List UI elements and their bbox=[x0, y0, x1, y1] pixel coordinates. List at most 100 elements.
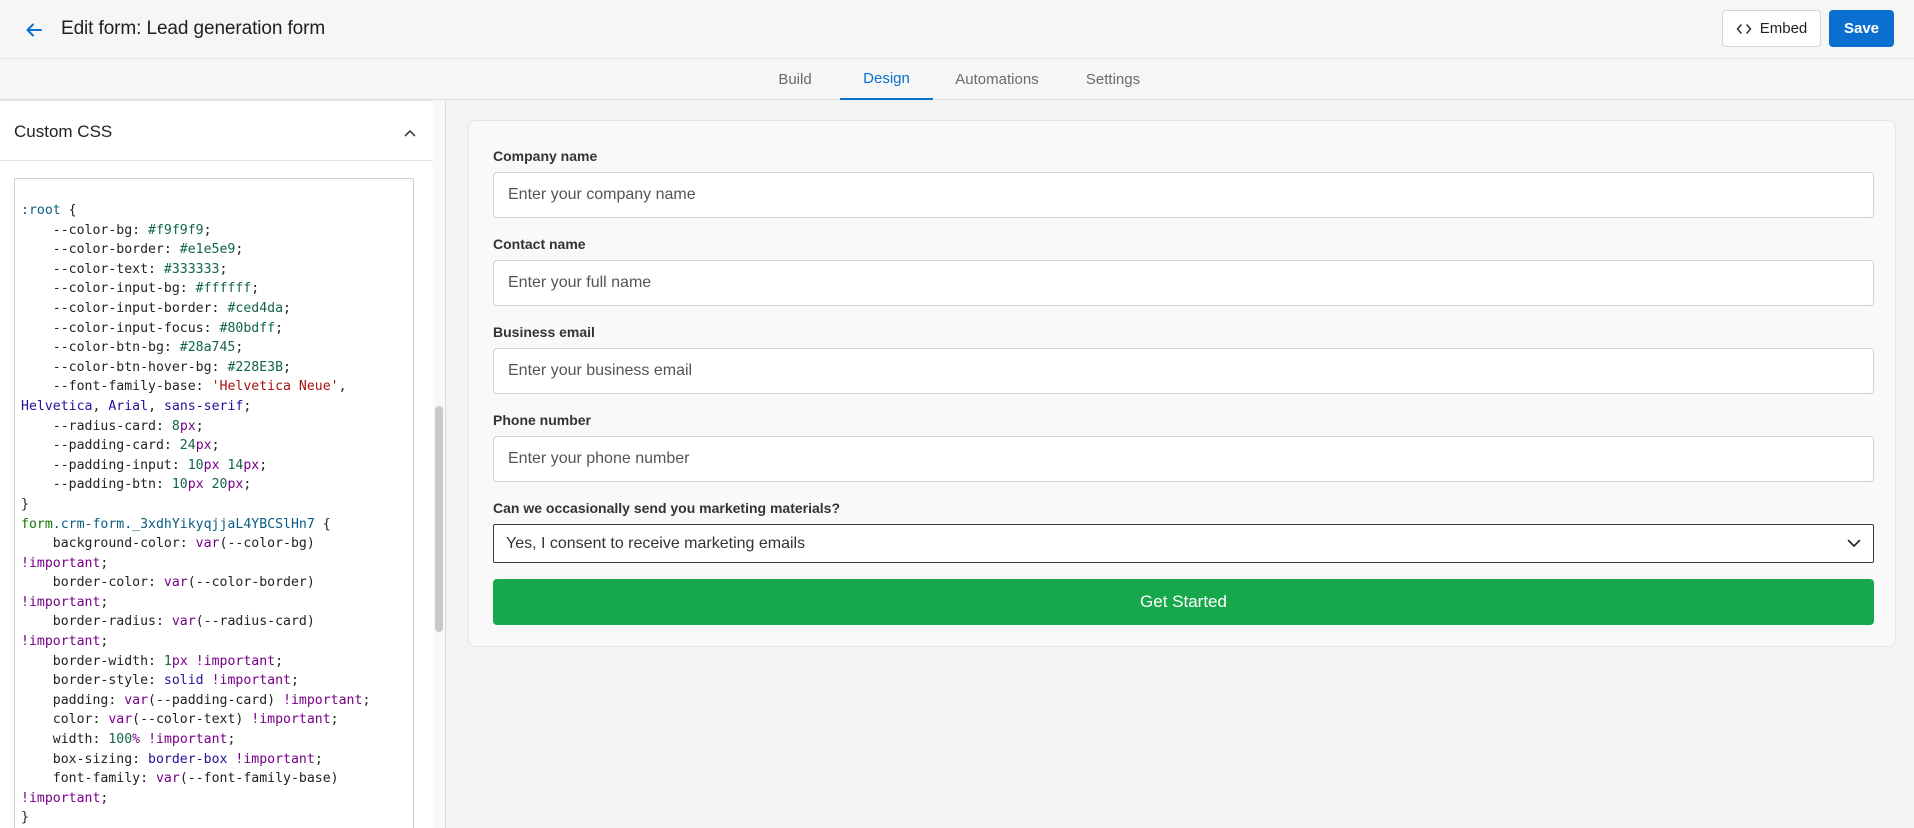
code-line: --color-border: #e1e5e9; bbox=[21, 240, 370, 260]
code-token: --color-bg: bbox=[21, 222, 149, 238]
top-bar: Edit form: Lead generation form Embed Sa… bbox=[0, 0, 1914, 59]
save-button[interactable]: Save bbox=[1829, 10, 1894, 47]
get-started-button[interactable]: Get Started bbox=[493, 579, 1874, 625]
section-title: Custom CSS bbox=[14, 122, 113, 141]
code-token: !important bbox=[211, 673, 291, 689]
code-token: (--padding-card) bbox=[148, 692, 284, 708]
code-token: } bbox=[21, 496, 29, 512]
code-token: :root bbox=[21, 203, 61, 218]
code-token: #333333 bbox=[163, 261, 220, 277]
code-token: var bbox=[124, 692, 149, 708]
code-token: border-radius: bbox=[21, 614, 172, 630]
collapse-button[interactable] bbox=[400, 123, 420, 143]
code-line: --padding-card: 24px; bbox=[21, 436, 370, 456]
code-line: font-family: var(--font-family-base) bbox=[21, 769, 370, 789]
code-token: !important bbox=[21, 634, 101, 650]
code-line: border-style: solid !important; bbox=[21, 671, 370, 691]
code-token: background-color: bbox=[21, 536, 196, 552]
code-token: (--color-text) bbox=[132, 712, 252, 728]
embed-button[interactable]: Embed bbox=[1722, 10, 1821, 47]
code-line: !important; bbox=[21, 554, 370, 574]
code-line: } bbox=[21, 495, 370, 515]
code-token: font-family: bbox=[21, 771, 156, 787]
code-token: --color-btn-hover-bg: bbox=[21, 359, 228, 375]
phone-number-input[interactable]: Enter your phone number bbox=[493, 436, 1874, 482]
css-code-editor[interactable]: :root { --color-bg: #f9f9f9; --color-bor… bbox=[14, 178, 414, 828]
code-token: 100 bbox=[108, 732, 133, 748]
code-token: --color-border: bbox=[21, 242, 180, 258]
code-token: px bbox=[203, 457, 220, 473]
code-icon bbox=[1736, 23, 1752, 34]
marketing-consent-select[interactable]: Yes, I consent to receive marketing emai… bbox=[493, 524, 1874, 563]
code-token: , bbox=[148, 398, 164, 414]
code-line: --color-input-border: #ced4da; bbox=[21, 299, 370, 319]
contact-name-label: Contact name bbox=[493, 236, 586, 252]
form-preview-area: Company name Enter your company name Con… bbox=[446, 100, 1914, 828]
chevron-down-icon bbox=[1847, 539, 1861, 547]
code-token: px bbox=[195, 438, 212, 454]
code-line: !important; bbox=[21, 593, 370, 613]
code-token: ; bbox=[219, 261, 228, 277]
custom-css-section-header[interactable]: Custom CSS bbox=[0, 101, 433, 161]
code-token: { bbox=[60, 203, 77, 218]
code-token: , bbox=[92, 398, 109, 414]
code-token: #228E3B bbox=[227, 359, 284, 375]
code-token: ; bbox=[243, 477, 252, 493]
code-token: 8 bbox=[171, 418, 180, 434]
code-line: --color-text: #333333; bbox=[21, 260, 370, 280]
code-token: ; bbox=[100, 594, 109, 610]
phone-number-label: Phone number bbox=[493, 412, 592, 428]
code-token: #f9f9f9 bbox=[148, 222, 204, 238]
tab-automations[interactable]: Automations bbox=[948, 59, 1046, 100]
code-token: !important bbox=[21, 790, 101, 806]
code-token: ; bbox=[100, 790, 109, 806]
scrollbar-thumb[interactable] bbox=[435, 406, 443, 632]
business-email-input[interactable]: Enter your business email bbox=[493, 348, 1874, 394]
tab-design[interactable]: Design bbox=[840, 59, 933, 100]
code-token: --padding-btn: bbox=[21, 477, 172, 493]
code-token: !important bbox=[235, 751, 315, 767]
company-name-input[interactable]: Enter your company name bbox=[493, 172, 1874, 218]
code-line: border-color: var(--color-border) bbox=[21, 573, 370, 593]
code-token: --color-input-bg: bbox=[21, 281, 196, 297]
code-token: 10 bbox=[171, 477, 188, 493]
code-token: --padding-card: bbox=[21, 438, 180, 454]
code-token: --padding-input: bbox=[21, 457, 188, 473]
code-token: border-box bbox=[148, 751, 228, 767]
code-token: ; bbox=[251, 281, 260, 297]
tab-bar: Build Design Automations Settings bbox=[0, 59, 1914, 100]
tab-settings[interactable]: Settings bbox=[1075, 59, 1151, 100]
code-line: :root { bbox=[21, 201, 370, 221]
code-token: (--color-border) bbox=[187, 575, 315, 591]
back-button[interactable] bbox=[20, 16, 48, 44]
code-token: var bbox=[108, 712, 133, 728]
company-name-label: Company name bbox=[493, 148, 598, 164]
code-token: --color-input-focus: bbox=[21, 320, 220, 336]
tab-build[interactable]: Build bbox=[766, 59, 824, 100]
code-token: sans-serif bbox=[163, 398, 244, 414]
code-token: , bbox=[338, 379, 347, 395]
code-token: border-color: bbox=[21, 575, 164, 591]
code-token: ; bbox=[195, 418, 204, 434]
code-token: Arial bbox=[108, 398, 149, 414]
code-token: #e1e5e9 bbox=[179, 242, 236, 258]
code-token: var bbox=[195, 536, 220, 552]
contact-name-input[interactable]: Enter your full name bbox=[493, 260, 1874, 306]
code-token: color: bbox=[21, 712, 109, 728]
code-token: var bbox=[171, 614, 196, 630]
code-line: background-color: var(--color-bg) bbox=[21, 534, 370, 554]
code-token: !important bbox=[21, 555, 101, 571]
business-email-label: Business email bbox=[493, 324, 595, 340]
code-line: --padding-input: 10px 14px; bbox=[21, 456, 370, 476]
chevron-up-icon bbox=[404, 130, 416, 137]
code-line: Helvetica, Arial, sans-serif; bbox=[21, 397, 370, 417]
code-token: ; bbox=[275, 320, 284, 336]
code-token: 'Helvetica Neue' bbox=[211, 379, 339, 395]
code-token: Helvetica bbox=[21, 398, 93, 414]
code-token: (--font-family-base) bbox=[179, 771, 339, 787]
code-token: } bbox=[21, 810, 29, 826]
embed-button-label: Embed bbox=[1759, 20, 1808, 37]
code-token: !important bbox=[148, 732, 228, 748]
